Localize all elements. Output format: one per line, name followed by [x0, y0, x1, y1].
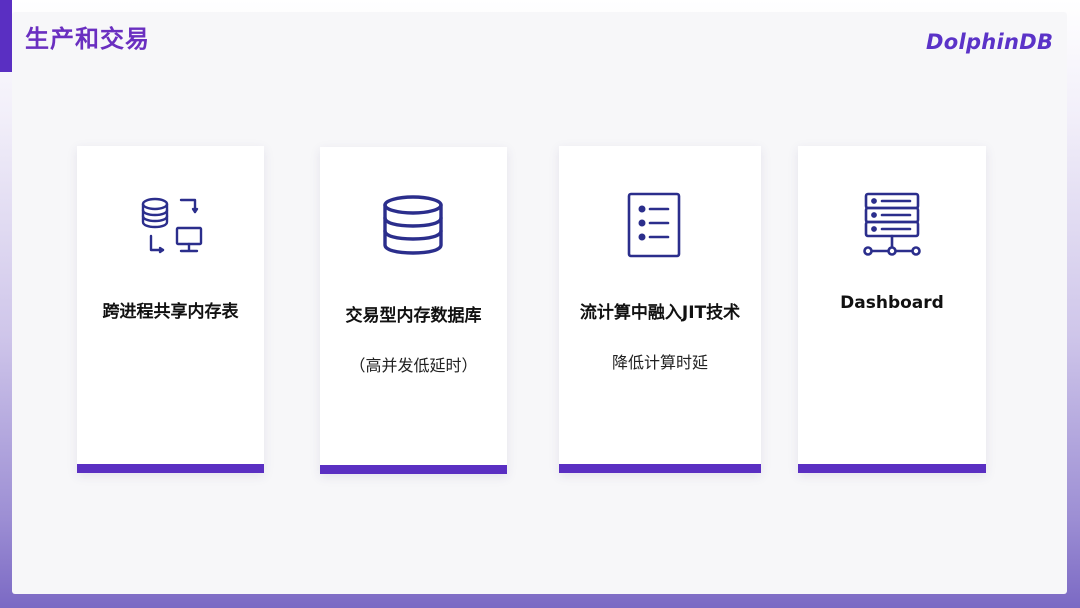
- card-title: Dashboard: [840, 293, 944, 313]
- card-transaction-in-memory-db: 交易型内存数据库 （高并发低延时）: [320, 147, 507, 474]
- card-title: 流计算中融入JIT技术: [579, 303, 741, 323]
- accent-bar: [0, 0, 12, 72]
- page-title: 生产和交易: [25, 25, 150, 53]
- card-bottom-bar: [798, 464, 986, 473]
- brand-logo: DolphinDB: [926, 30, 1054, 54]
- card-bottom-bar: [320, 465, 507, 474]
- card-subtitle: （高并发低延时）: [349, 356, 478, 375]
- card-shared-memory-table: 跨进程共享内存表: [77, 146, 264, 473]
- card-dashboard: Dashboard: [798, 146, 986, 473]
- database-icon: [383, 195, 443, 255]
- card-title: 跨进程共享内存表: [102, 302, 239, 322]
- card-bottom-bar: [77, 464, 264, 473]
- server-stack-icon: [863, 192, 921, 256]
- card-subtitle: 降低计算时延: [611, 353, 708, 372]
- list-document-icon: [627, 192, 681, 258]
- card-title: 交易型内存数据库: [345, 306, 482, 326]
- card-stream-jit: 流计算中融入JIT技术 降低计算时延: [559, 146, 761, 473]
- database-network-icon: [141, 197, 203, 254]
- card-bottom-bar: [559, 464, 761, 473]
